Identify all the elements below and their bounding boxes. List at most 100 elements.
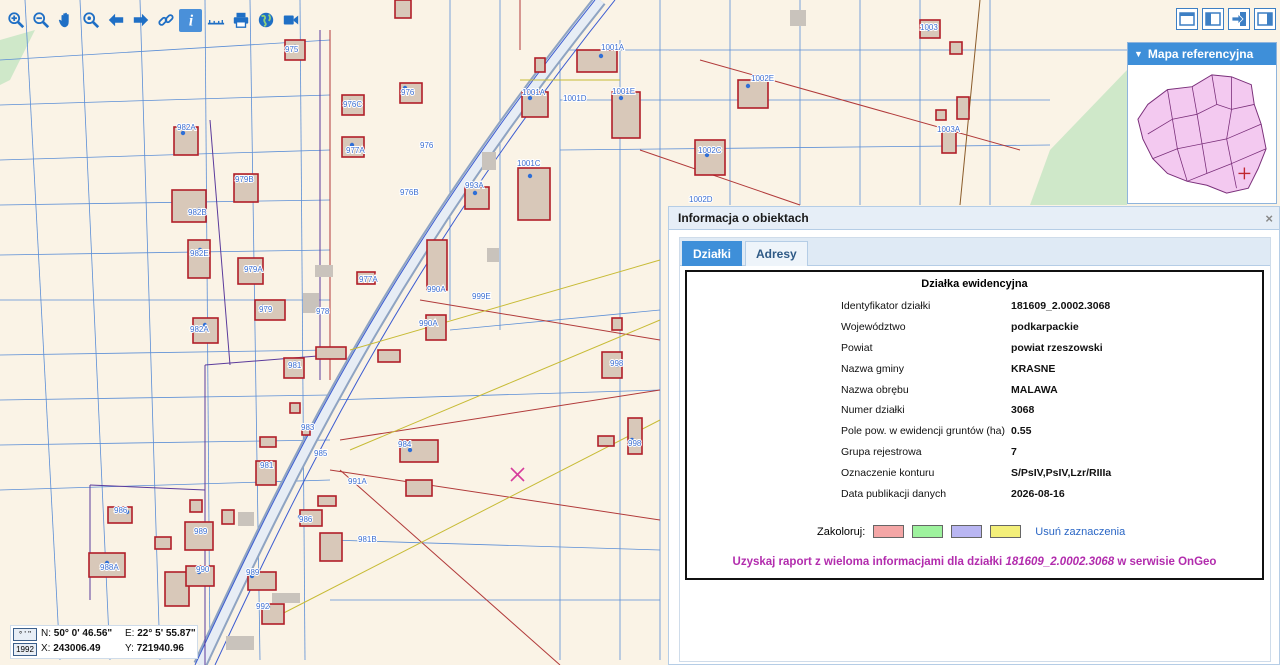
attribute-label: Nazwa obrębu xyxy=(841,383,909,396)
map-toolbar: i xyxy=(4,7,302,33)
color-swatch-red[interactable] xyxy=(873,525,905,538)
video-icon[interactable] xyxy=(279,9,302,32)
attribute-value: 0.55 xyxy=(1011,425,1032,438)
attribute-value: 2026-08-16 xyxy=(1011,487,1065,500)
map-label: 982A xyxy=(177,123,196,132)
attribute-row: Powiat powiat rzeszowski xyxy=(841,338,1241,359)
zoom-out-icon[interactable] xyxy=(29,9,52,32)
hand-pan-icon[interactable] xyxy=(54,9,77,32)
login-arrow-icon[interactable] xyxy=(1228,8,1250,30)
info-icon[interactable]: i xyxy=(179,8,202,32)
map-label: 1001A xyxy=(522,88,546,97)
map-label: 993A xyxy=(465,181,484,190)
attribute-row: Grupa rejestrowa 7 xyxy=(841,442,1241,463)
attribute-label: Oznaczenie konturu xyxy=(841,466,935,479)
map-label: 985 xyxy=(314,449,328,458)
close-icon[interactable]: × xyxy=(1265,211,1273,226)
color-swatch-green[interactable] xyxy=(912,525,944,538)
globe-icon[interactable] xyxy=(254,9,277,32)
map-label: 988A xyxy=(100,563,119,572)
map-label: 990A xyxy=(419,319,438,328)
print-icon[interactable] xyxy=(229,9,252,32)
zoom-extent-icon[interactable] xyxy=(79,9,102,32)
tab-content: Działka ewidencyjna Identyfikator działk… xyxy=(680,266,1270,661)
attribute-label: Nazwa gminy xyxy=(841,362,905,375)
poland-map-icon[interactable] xyxy=(1128,65,1276,203)
map-label: 1002C xyxy=(698,146,722,155)
colorize-controls: Zakoloruj: Usuń zaznaczenia xyxy=(817,525,1125,538)
map-label: 998 xyxy=(628,439,642,448)
reference-map-header[interactable]: ▼ Mapa referencyjna xyxy=(1128,43,1276,65)
zoom-in-icon[interactable] xyxy=(4,9,27,32)
object-info-panel: Informacja o obiektach × Działki Adresy … xyxy=(668,206,1280,665)
degree-format-toggle[interactable]: ° ' " xyxy=(13,628,37,641)
attribute-row: Oznaczenie konturu S/PsIV,PsIV,Lzr/RIIIa xyxy=(841,462,1241,483)
color-swatch-yellow[interactable] xyxy=(990,525,1022,538)
report-prefix: Uzyskaj raport z wieloma informacjami dl… xyxy=(732,556,1003,568)
clear-selection-link[interactable]: Usuń zaznaczenia xyxy=(1035,526,1125,538)
epsg-toggle[interactable]: 1992 xyxy=(13,643,37,656)
map-label: 992 xyxy=(256,602,270,611)
arrow-right-icon[interactable] xyxy=(129,9,152,32)
tab-bar: Działki Adresy xyxy=(680,238,1270,266)
panel-header: Informacja o obiektach × xyxy=(669,207,1279,230)
attribute-label: Grupa rejestrowa xyxy=(841,445,922,458)
collapse-triangle-icon: ▼ xyxy=(1134,49,1143,59)
attribute-value: 7 xyxy=(1011,445,1017,458)
attribute-row: Identyfikator działki 181609_2.0002.3068 xyxy=(841,296,1241,317)
layout-left-icon[interactable] xyxy=(1202,8,1224,30)
map-label: 1003A xyxy=(937,125,961,134)
y-readout: Y: 721940.96 xyxy=(125,643,184,654)
coordinates-readout: ° ' " 1992 N: 50° 0' 46.56" E: 22° 5' 55… xyxy=(10,625,198,659)
attribute-row: Pole pow. w ewidencji gruntów (ha) 0.55 xyxy=(841,421,1241,442)
map-label: 990 xyxy=(196,565,210,574)
attribute-value: 3068 xyxy=(1011,404,1035,417)
map-label: 976C xyxy=(343,100,362,109)
map-label: 983 xyxy=(301,423,315,432)
link-icon[interactable] xyxy=(154,9,177,32)
map-label: 998 xyxy=(610,359,624,368)
attribute-label: Województwo xyxy=(841,321,906,334)
attribute-value: podkarpackie xyxy=(1011,321,1079,334)
ongeo-report-link[interactable]: Uzyskaj raport z wieloma informacjami dl… xyxy=(687,556,1262,568)
attribute-row: Data publikacji danych 2026-08-16 xyxy=(841,483,1241,504)
map-label: 1001C xyxy=(517,159,541,168)
measure-icon[interactable] xyxy=(204,9,227,32)
reference-map-title: Mapa referencyjna xyxy=(1147,47,1254,61)
map-label: 976B xyxy=(400,188,419,197)
lon-readout: E: 22° 5' 55.87" xyxy=(125,628,196,639)
map-label: 976 xyxy=(401,88,415,97)
x-value: 243006.49 xyxy=(53,643,101,654)
map-label: 990A xyxy=(427,285,446,294)
map-label: 979 xyxy=(259,305,273,314)
attribute-row: Województwo podkarpackie xyxy=(841,317,1241,338)
map-label: 1001E xyxy=(612,87,635,96)
attribute-row: Nazwa gminy KRASNE xyxy=(841,358,1241,379)
colorize-label: Zakoloruj: xyxy=(817,525,866,538)
attribute-value: 181609_2.0002.3068 xyxy=(1011,300,1111,313)
layout-right-icon[interactable] xyxy=(1254,8,1276,30)
map-label: 989 xyxy=(194,527,208,536)
map-label: 986 xyxy=(114,506,128,515)
map-label: 982E xyxy=(190,249,209,258)
arrow-left-icon[interactable] xyxy=(104,9,127,32)
attribute-label: Identyfikator działki xyxy=(841,300,931,313)
attribute-label: Numer działki xyxy=(841,404,905,417)
tab-dzialki[interactable]: Działki xyxy=(682,241,743,266)
parcel-box-title: Działka ewidencyjna xyxy=(921,278,1028,290)
map-label: 981B xyxy=(358,535,377,544)
lat-readout: N: 50° 0' 46.56" xyxy=(41,628,113,639)
window-tools xyxy=(1176,8,1276,30)
color-swatch-blue[interactable] xyxy=(951,525,983,538)
attribute-label: Data publikacji danych xyxy=(841,487,947,500)
lon-value: 22° 5' 55.87" xyxy=(137,628,196,639)
y-value: 721940.96 xyxy=(136,643,184,654)
map-label: 975 xyxy=(285,45,299,54)
parcel-attributes: Identyfikator działki 181609_2.0002.3068 … xyxy=(841,296,1241,504)
map-label: 984 xyxy=(398,440,412,449)
tab-adresy[interactable]: Adresy xyxy=(745,241,808,266)
svg-text:i: i xyxy=(188,12,193,29)
panel-body: Działki Adresy Działka ewidencyjna Ident… xyxy=(679,237,1271,662)
layout-full-icon[interactable] xyxy=(1176,8,1198,30)
attribute-label: Pole pow. w ewidencji gruntów (ha) xyxy=(841,425,1006,438)
